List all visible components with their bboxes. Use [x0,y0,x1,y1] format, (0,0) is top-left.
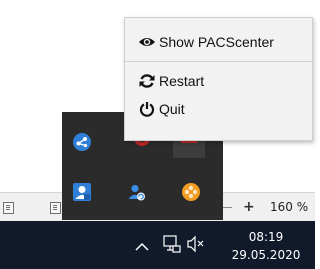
menu-separator [125,61,312,62]
clock-time[interactable]: 08:19 [230,230,302,244]
normal-view-icon[interactable] [3,202,14,214]
settings-flower-icon[interactable] [175,176,207,208]
menu-item-label: Quit [159,101,185,117]
power-icon [138,100,156,118]
menu-item-restart[interactable]: Restart [125,67,312,95]
network-icon[interactable] [163,235,181,257]
volume-muted-icon[interactable] [186,235,206,257]
zoom-in-button[interactable]: + [243,200,255,214]
menu-item-label: Restart [159,73,205,89]
show-hidden-icons-chevron-icon[interactable] [135,239,149,255]
menu-item-show-pacscenter[interactable]: Show PACScenter [125,28,312,56]
menu-item-quit[interactable]: Quit [125,95,312,123]
user-sync-icon[interactable] [120,176,152,208]
taskbar: 08:19 29.05.2020 [0,221,315,269]
menu-item-label: Show PACScenter [159,34,274,50]
clock-date[interactable]: 29.05.2020 [230,248,302,262]
restart-icon [138,72,156,90]
tray-context-menu: Show PACScenter Restart Quit [124,17,313,141]
zoom-level[interactable]: 160 % [270,200,308,214]
user-icon[interactable] [66,176,98,208]
sync-share-icon[interactable] [66,126,98,158]
reading-view-icon[interactable] [50,202,61,214]
eye-icon [138,33,156,51]
